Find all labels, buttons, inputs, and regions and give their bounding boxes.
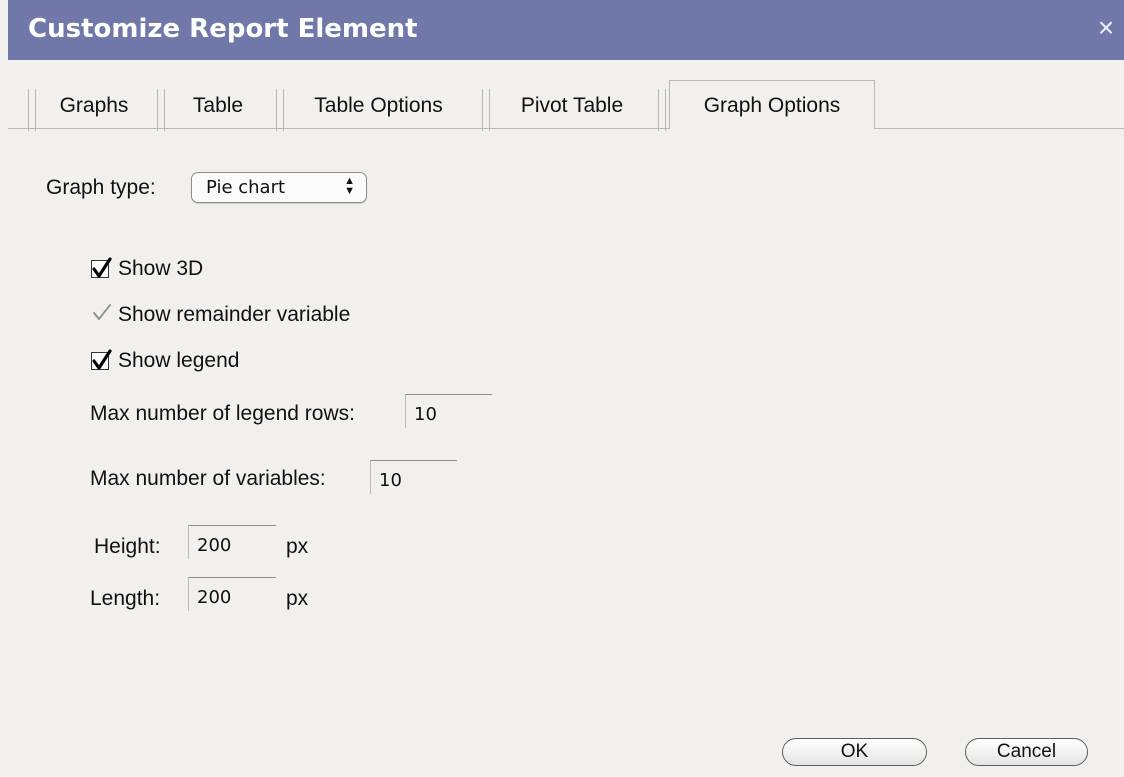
show-remainder-checkbox[interactable] xyxy=(92,303,112,328)
length-label: Length: xyxy=(90,587,161,610)
tab-pivot-table[interactable]: Pivot Table xyxy=(482,89,666,131)
dialog-body: Graphs Table Table Options Pivot Table G… xyxy=(8,60,1124,777)
checkmark-icon xyxy=(92,349,112,370)
tab-table[interactable]: Table xyxy=(157,89,279,131)
checkmark-icon xyxy=(92,257,112,278)
window-title: Customize Report Element xyxy=(28,14,418,44)
show-remainder-label: Show remainder variable xyxy=(118,303,351,326)
length-input[interactable]: 200 xyxy=(188,577,276,611)
title-bar: Customize Report Element × xyxy=(8,0,1124,60)
max-variables-input[interactable]: 10 xyxy=(370,460,457,494)
tab-label: Pivot Table xyxy=(520,94,624,117)
max-legend-rows-label: Max number of legend rows: xyxy=(90,402,355,425)
ok-button[interactable]: OK xyxy=(782,738,927,766)
height-input[interactable]: 200 xyxy=(188,525,276,559)
graph-type-select[interactable]: Pie chart ▲ ▼ xyxy=(191,172,367,203)
tab-label: Graphs xyxy=(59,94,129,117)
show-legend-label: Show legend xyxy=(118,349,240,372)
close-icon[interactable]: × xyxy=(1092,12,1120,44)
graph-type-value: Pie chart xyxy=(206,177,286,198)
max-variables-label: Max number of variables: xyxy=(90,467,326,490)
tab-table-options[interactable]: Table Options xyxy=(276,89,481,131)
max-legend-rows-input[interactable]: 10 xyxy=(405,394,492,428)
checkmark-icon xyxy=(93,304,111,320)
tab-graph-options[interactable]: Graph Options xyxy=(669,80,875,129)
cancel-button[interactable]: Cancel xyxy=(965,738,1088,766)
tab-graphs[interactable]: Graphs xyxy=(28,89,160,131)
updown-arrows-icon: ▲ ▼ xyxy=(344,175,355,197)
height-label: Height: xyxy=(94,535,161,558)
height-unit: px xyxy=(286,535,309,558)
length-unit: px xyxy=(286,587,309,610)
graph-type-label: Graph type: xyxy=(46,176,156,199)
tab-label: Table Options xyxy=(314,94,443,117)
tab-label: Table xyxy=(192,94,244,117)
show-3d-checkbox[interactable] xyxy=(91,257,112,278)
show-3d-label: Show 3D xyxy=(118,257,204,280)
tab-strip: Graphs Table Table Options Pivot Table G… xyxy=(8,80,1124,131)
tab-label: Graph Options xyxy=(703,94,841,117)
show-legend-checkbox[interactable] xyxy=(91,349,112,370)
